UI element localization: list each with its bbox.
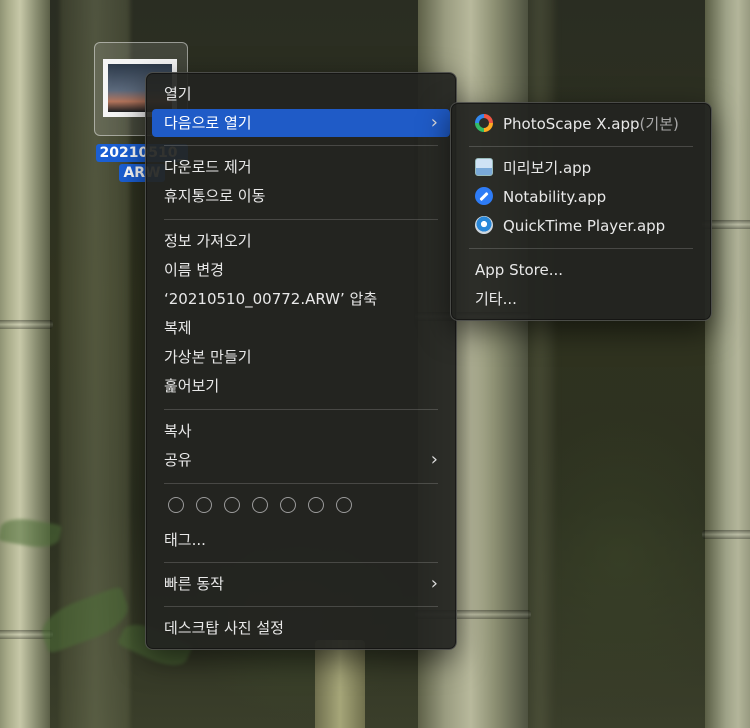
menu-separator bbox=[164, 219, 438, 220]
chevron-right-icon: › bbox=[430, 112, 438, 133]
tag-circle-icon[interactable] bbox=[308, 497, 324, 513]
submenu-item-quicktime[interactable]: QuickTime Player.app bbox=[457, 212, 705, 240]
menu-item-get-info[interactable]: 정보 가져오기 bbox=[152, 227, 450, 255]
menu-item-share[interactable]: 공유 › bbox=[152, 446, 450, 474]
menu-item-open[interactable]: 열기 bbox=[152, 80, 450, 108]
bamboo-stalk bbox=[315, 640, 365, 728]
menu-item-quick-look[interactable]: 훑어보기 bbox=[152, 372, 450, 400]
bamboo-stalk bbox=[0, 0, 53, 728]
menu-separator bbox=[164, 409, 438, 410]
menu-item-open-with[interactable]: 다음으로 열기 › bbox=[152, 109, 450, 137]
menu-separator bbox=[469, 146, 693, 147]
menu-item-copy[interactable]: 복사 bbox=[152, 417, 450, 445]
menu-separator bbox=[164, 145, 438, 146]
menu-item-tags[interactable]: 태그... bbox=[152, 526, 450, 554]
tag-circle-icon[interactable] bbox=[252, 497, 268, 513]
menu-item-make-alias[interactable]: 가상본 만들기 bbox=[152, 343, 450, 371]
menu-separator bbox=[164, 483, 438, 484]
menu-item-quick-actions[interactable]: 빠른 동작 › bbox=[152, 570, 450, 598]
menu-separator bbox=[164, 606, 438, 607]
tag-circle-icon[interactable] bbox=[224, 497, 240, 513]
quicktime-icon bbox=[475, 216, 493, 234]
menu-item-set-desktop-picture[interactable]: 데스크탑 사진 설정 bbox=[152, 614, 450, 642]
menu-item-remove-download[interactable]: 다운로드 제거 bbox=[152, 153, 450, 181]
notability-icon bbox=[475, 187, 493, 205]
menu-item-move-to-trash[interactable]: 휴지통으로 이동 bbox=[152, 182, 450, 210]
submenu-item-notability[interactable]: Notability.app bbox=[457, 183, 705, 211]
menu-separator bbox=[469, 248, 693, 249]
tag-circle-icon[interactable] bbox=[168, 497, 184, 513]
chevron-right-icon: › bbox=[430, 449, 438, 470]
submenu-item-app-store[interactable]: App Store... bbox=[457, 256, 705, 284]
tag-circle-icon[interactable] bbox=[336, 497, 352, 513]
chevron-right-icon: › bbox=[430, 573, 438, 594]
menu-separator bbox=[164, 562, 438, 563]
menu-item-duplicate[interactable]: 복제 bbox=[152, 314, 450, 342]
tag-color-row bbox=[168, 497, 352, 513]
context-menu: 열기 다음으로 열기 › 다운로드 제거 휴지통으로 이동 정보 가져오기 이름… bbox=[145, 72, 457, 650]
tag-circle-icon[interactable] bbox=[280, 497, 296, 513]
menu-item-compress[interactable]: ‘20210510_00772.ARW’ 압축 bbox=[152, 285, 450, 313]
tag-circle-icon[interactable] bbox=[196, 497, 212, 513]
open-with-submenu: PhotoScape X.app(기본) 미리보기.app Notability… bbox=[450, 102, 712, 321]
submenu-item-preview[interactable]: 미리보기.app bbox=[457, 154, 705, 182]
submenu-item-other[interactable]: 기타... bbox=[457, 285, 705, 313]
submenu-item-photoscape[interactable]: PhotoScape X.app(기본) bbox=[457, 110, 705, 138]
preview-icon bbox=[475, 158, 493, 176]
photoscape-icon bbox=[475, 114, 493, 132]
menu-item-rename[interactable]: 이름 변경 bbox=[152, 256, 450, 284]
